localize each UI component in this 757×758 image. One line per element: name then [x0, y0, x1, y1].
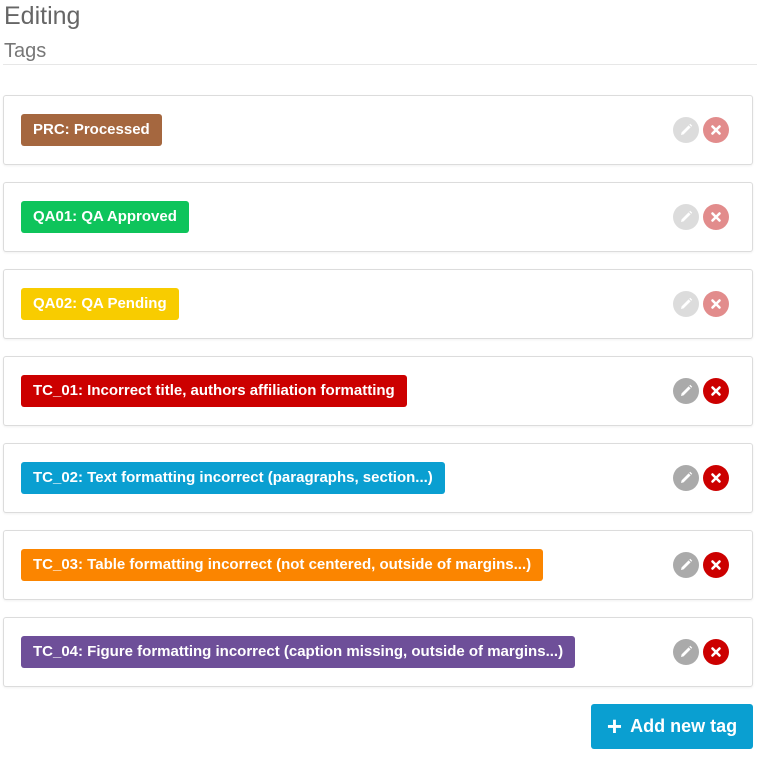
close-icon	[710, 298, 722, 310]
delete-button[interactable]	[703, 639, 729, 665]
add-new-tag-label: Add new tag	[630, 716, 738, 736]
edit-button[interactable]	[673, 204, 699, 230]
tag-label: TC_01: Incorrect title, authors affiliat…	[21, 375, 407, 407]
tag-row: TC_04: Figure formatting incorrect (capt…	[3, 617, 753, 687]
divider	[3, 64, 757, 65]
delete-button[interactable]	[703, 552, 729, 578]
tag-actions	[673, 552, 729, 578]
tag-label: TC_03: Table formatting incorrect (not c…	[21, 549, 544, 581]
pencil-icon	[679, 123, 693, 137]
edit-button[interactable]	[673, 639, 699, 665]
tag-actions	[673, 465, 729, 491]
pencil-icon	[679, 297, 693, 311]
add-new-tag-button[interactable]: + Add new tag	[591, 704, 753, 749]
tag-label: QA02: QA Pending	[21, 288, 179, 320]
tag-label: TC_02: Text formatting incorrect (paragr…	[21, 462, 445, 494]
close-icon	[710, 385, 722, 397]
edit-button[interactable]	[673, 465, 699, 491]
tag-row: TC_02: Text formatting incorrect (paragr…	[3, 443, 753, 513]
tag-actions	[673, 378, 729, 404]
tag-row: QA02: QA Pending	[3, 269, 753, 339]
edit-button[interactable]	[673, 117, 699, 143]
tag-actions	[673, 117, 729, 143]
edit-button[interactable]	[673, 378, 699, 404]
pencil-icon	[679, 558, 693, 572]
delete-button[interactable]	[703, 117, 729, 143]
delete-button[interactable]	[703, 378, 729, 404]
delete-button[interactable]	[703, 465, 729, 491]
tag-actions	[673, 639, 729, 665]
close-icon	[710, 559, 722, 571]
tag-row: PRC: Processed	[3, 95, 753, 165]
pencil-icon	[679, 471, 693, 485]
close-icon	[710, 211, 722, 223]
tag-row: TC_01: Incorrect title, authors affiliat…	[3, 356, 753, 426]
tag-row: TC_03: Table formatting incorrect (not c…	[3, 530, 753, 600]
tag-label: TC_04: Figure formatting incorrect (capt…	[21, 636, 576, 668]
close-icon	[710, 646, 722, 658]
pencil-icon	[679, 210, 693, 224]
tag-row: QA01: QA Approved	[3, 182, 753, 252]
tag-list: PRC: Processed QA01: QA Approved QA02: Q…	[3, 95, 753, 704]
tag-label: QA01: QA Approved	[21, 201, 189, 233]
delete-button[interactable]	[703, 291, 729, 317]
pencil-icon	[679, 384, 693, 398]
section-title: Tags	[4, 40, 47, 62]
tag-actions	[673, 204, 729, 230]
close-icon	[710, 472, 722, 484]
close-icon	[710, 124, 722, 136]
delete-button[interactable]	[703, 204, 729, 230]
tag-actions	[673, 291, 729, 317]
edit-button[interactable]	[673, 552, 699, 578]
tag-label: PRC: Processed	[21, 114, 162, 146]
edit-button[interactable]	[673, 291, 699, 317]
pencil-icon	[679, 645, 693, 659]
plus-icon: +	[606, 710, 623, 741]
page-title: Editing	[4, 2, 81, 30]
